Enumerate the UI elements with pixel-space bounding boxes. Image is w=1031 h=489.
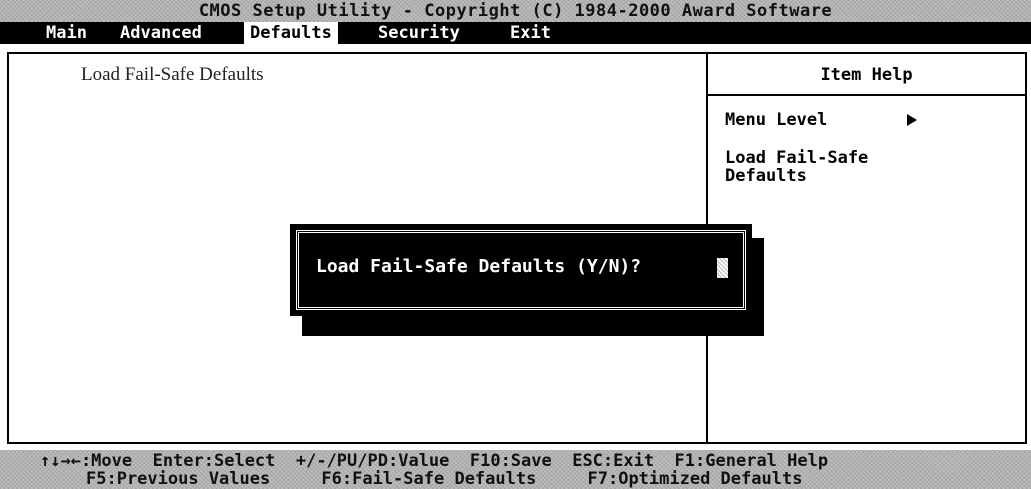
help-title-rule (708, 94, 1025, 96)
menu-main[interactable]: Main (40, 22, 93, 44)
help-description-line2: Defaults (725, 166, 807, 186)
menu-level-label: Menu Level (725, 110, 828, 130)
footer-keys-line2: F5:Previous Values F6:Fail-Safe Defaults… (86, 469, 803, 489)
title-bar: CMOS Setup Utility - Copyright (C) 1984-… (0, 0, 1031, 22)
help-description-line1: Load Fail-Safe (725, 148, 869, 168)
menu-security[interactable]: Security (372, 22, 466, 44)
menu-option-load-fail-safe-defaults[interactable]: Load Fail-Safe Defaults (81, 64, 264, 86)
footer-keys-line1: ↑↓→←:Move Enter:Select +/-/PU/PD:Value F… (40, 451, 829, 471)
dialog-prompt: Load Fail-Safe Defaults (Y/N)? (316, 256, 642, 277)
menu-exit[interactable]: Exit (504, 22, 557, 44)
menu-advanced[interactable]: Advanced (114, 22, 208, 44)
menu-defaults[interactable]: Defaults (244, 22, 338, 44)
dialog-input-cursor[interactable] (717, 258, 728, 278)
item-help-title: Item Help (820, 65, 913, 85)
confirm-dialog: Load Fail-Safe Defaults (Y/N)? (290, 224, 752, 316)
triangle-right-icon (907, 114, 917, 126)
menu-bar: Main Advanced Defaults Security Exit (0, 22, 1031, 44)
app-title: CMOS Setup Utility - Copyright (C) 1984-… (198, 1, 833, 21)
footer-help-bar: ↑↓→←:Move Enter:Select +/-/PU/PD:Value F… (0, 450, 1031, 489)
